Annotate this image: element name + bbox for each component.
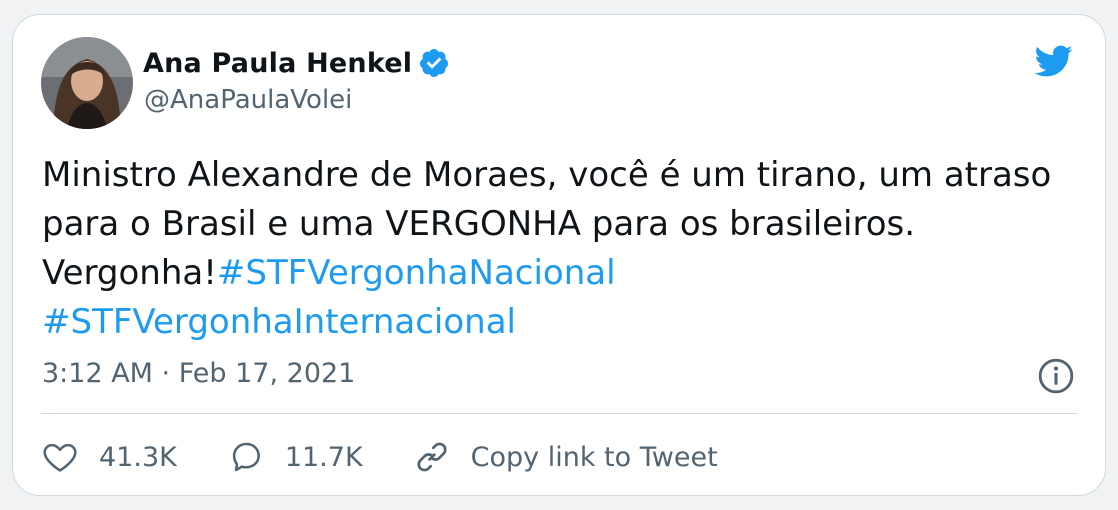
- twitter-bird-icon[interactable]: [1029, 41, 1077, 81]
- hashtag-link[interactable]: #STFVergonhaNacional: [217, 253, 616, 293]
- reply-count: 11.7K: [284, 441, 363, 473]
- divider: [41, 413, 1077, 414]
- verified-badge-icon: [418, 47, 450, 79]
- author-handle[interactable]: @AnaPaulaVolei: [144, 85, 352, 115]
- speech-bubble-icon: [232, 442, 260, 472]
- avatar[interactable]: [41, 37, 133, 129]
- tweet-card[interactable]: Ana Paula Henkel @AnaPaulaVolei Ministro…: [12, 14, 1106, 496]
- info-icon[interactable]: [1037, 357, 1075, 395]
- author-name-row[interactable]: Ana Paula Henkel: [143, 47, 450, 79]
- like-button[interactable]: 41.3K: [41, 438, 177, 476]
- copy-link-button[interactable]: Copy link to Tweet: [413, 438, 718, 476]
- tweet-actions: 41.3K 11.7K Copy link to Tweet: [41, 435, 768, 479]
- avatar-image: [41, 37, 133, 129]
- tweet-text: Ministro Alexandre de Moraes, você é um …: [42, 151, 1082, 347]
- author-name[interactable]: Ana Paula Henkel: [143, 48, 412, 79]
- reply-button[interactable]: 11.7K: [227, 438, 363, 476]
- copy-link-label: Copy link to Tweet: [470, 441, 718, 473]
- like-count: 41.3K: [99, 441, 177, 473]
- heart-icon: [43, 443, 77, 472]
- hashtag-link[interactable]: #STFVergonhaInternacional: [42, 302, 516, 342]
- tweet-timestamp[interactable]: 3:12 AM · Feb 17, 2021: [42, 358, 355, 389]
- link-icon: [417, 442, 447, 472]
